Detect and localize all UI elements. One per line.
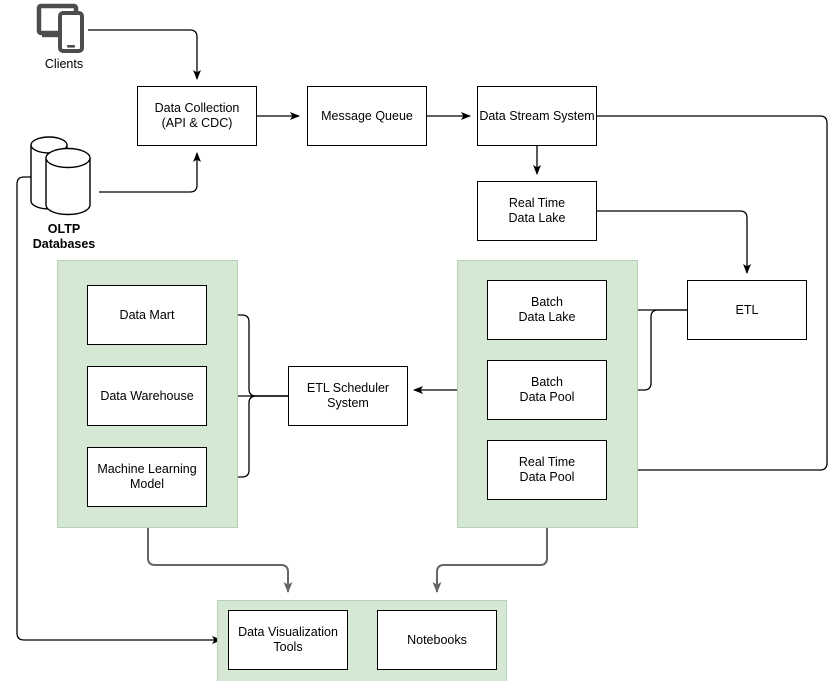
clients-label: Clients — [44, 57, 84, 71]
database-cylinder-icon — [26, 133, 102, 217]
clients-devices-icon — [36, 3, 92, 55]
edge-oltp-to-data-collection — [99, 152, 201, 193]
edge-analytics-group-to-data-viz — [147, 528, 293, 593]
node-data-collection[interactable]: Data Collection (API & CDC) — [137, 86, 257, 146]
architecture-diagram-canvas: Clients OLTP Databases Data Collection (… — [0, 0, 836, 681]
edge-storage-group-to-notebooks — [432, 528, 548, 593]
node-notebooks[interactable]: Notebooks — [377, 610, 497, 670]
node-batch-data-pool[interactable]: Batch Data Pool — [487, 360, 607, 420]
node-data-stream-system[interactable]: Data Stream System — [477, 86, 597, 146]
node-machine-learning-model[interactable]: Machine Learning Model — [87, 447, 207, 507]
node-message-queue[interactable]: Message Queue — [307, 86, 427, 146]
node-realtime-data-lake[interactable]: Real Time Data Lake — [477, 181, 597, 241]
node-batch-data-lake[interactable]: Batch Data Lake — [487, 280, 607, 340]
node-etl[interactable]: ETL — [687, 280, 807, 340]
oltp-databases-label: OLTP Databases — [32, 222, 96, 251]
node-data-warehouse[interactable]: Data Warehouse — [87, 366, 207, 426]
node-data-mart[interactable]: Data Mart — [87, 285, 207, 345]
node-data-visualization-tools[interactable]: Data Visualization Tools — [228, 610, 348, 670]
node-etl-scheduler-system[interactable]: ETL Scheduler System — [288, 366, 408, 426]
node-realtime-data-pool[interactable]: Real Time Data Pool — [487, 440, 607, 500]
